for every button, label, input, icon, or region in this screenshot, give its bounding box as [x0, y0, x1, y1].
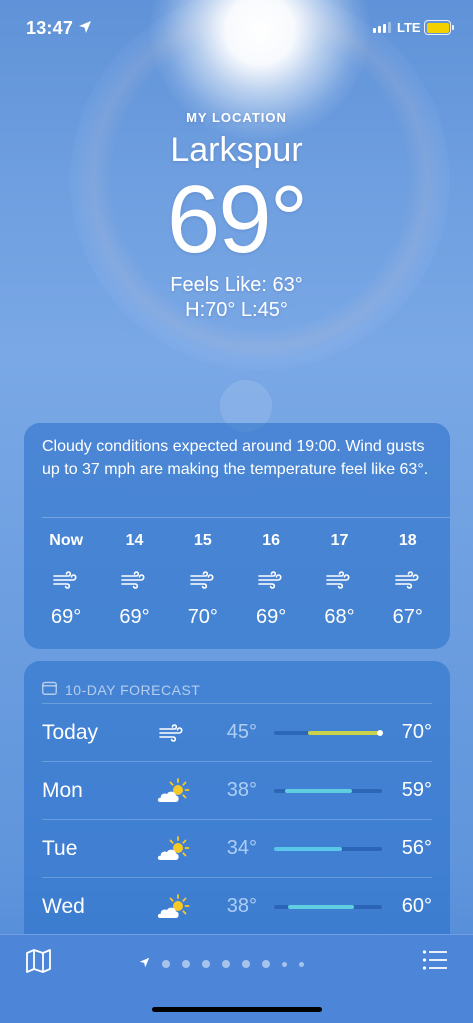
temperature-range-bar — [273, 846, 382, 851]
forecast-row[interactable]: Wed 38° 60° — [42, 877, 432, 935]
hourly-forecast-card[interactable]: Cloudy conditions expected around 19:00.… — [24, 423, 450, 649]
page-dot[interactable] — [222, 960, 230, 968]
forecast-row[interactable]: Mon 38° 59° — [42, 761, 432, 819]
map-icon[interactable] — [25, 948, 53, 979]
day-label: Wed — [42, 894, 85, 918]
page-dot[interactable] — [242, 960, 250, 968]
low-temperature: 45° — [226, 721, 257, 743]
current-conditions: MY LOCATION Larkspur 69° Feels Like: 63°… — [0, 110, 473, 322]
hour-label: Now — [49, 532, 84, 549]
hour-label: 18 — [398, 532, 417, 549]
conditions-summary: Cloudy conditions expected around 19:00.… — [42, 438, 429, 478]
wind-icon — [32, 560, 100, 600]
hour-temperature: 69° — [256, 606, 287, 628]
list-icon[interactable] — [422, 949, 448, 976]
location-arrow-icon[interactable] — [139, 955, 150, 973]
hour-label: 15 — [193, 532, 212, 549]
temperature-range-bar — [273, 729, 383, 736]
wind-icon — [237, 560, 305, 600]
forecast-row[interactable]: Today 45° 70° — [42, 703, 432, 761]
page-indicator[interactable] — [139, 955, 304, 973]
low-temperature: 38° — [226, 779, 257, 801]
hour-temperature: 70° — [187, 606, 218, 628]
hour-label: 17 — [330, 532, 349, 549]
page-dot[interactable] — [182, 960, 190, 968]
hourly-item: Now 69° — [32, 532, 100, 629]
wind-icon — [138, 723, 206, 742]
wind-icon — [305, 560, 373, 600]
status-bar: 13:47 LTE — [0, 0, 473, 56]
hour-temperature: 68° — [324, 606, 355, 628]
wind-icon — [100, 560, 168, 600]
battery-icon — [424, 20, 454, 35]
home-indicator[interactable] — [152, 1007, 322, 1012]
cellular-signal-icon — [373, 22, 391, 33]
low-temperature: 38° — [226, 895, 257, 917]
hourly-item: 16 69° — [237, 532, 305, 629]
forecast-list: Today 45° 70° Mon 38° 59° Tue 34° 56° Wed 38° 60° — [24, 703, 450, 935]
temperature-range-fill — [287, 904, 354, 909]
current-temperature: 69° — [166, 166, 308, 273]
hourly-list[interactable]: Now 69° 14 69° 15 70° 16 69° 17 68° 18 67° — [24, 532, 450, 629]
status-time: 13:47 — [26, 18, 74, 38]
partly-sunny-icon — [138, 893, 206, 920]
hour-label: 16 — [262, 532, 281, 549]
hour-label: 14 — [125, 532, 144, 549]
day-label: Today — [42, 720, 99, 744]
page-dot[interactable] — [282, 961, 287, 967]
city-name: Larkspur — [170, 131, 303, 169]
temperature-range-fill — [308, 730, 380, 735]
wind-icon — [169, 560, 237, 600]
page-dot[interactable] — [202, 960, 210, 968]
day-label: Tue — [42, 836, 78, 860]
location-arrow-icon — [78, 20, 92, 39]
forecast-row[interactable]: Tue 34° 56° — [42, 819, 432, 877]
current-temp-dot — [376, 729, 383, 736]
partly-sunny-icon — [138, 777, 206, 804]
high-low: H:70° L:45° — [185, 299, 288, 321]
ten-day-forecast-card[interactable]: 10-DAY FORECAST Today 45° 70° Mon 38° 59° Tue 3… — [24, 661, 450, 941]
high-temperature: 59° — [401, 779, 432, 801]
hourly-item: 18 67° — [374, 532, 442, 629]
high-temperature: 56° — [401, 837, 432, 859]
feels-like: Feels Like: 63° — [170, 274, 303, 296]
high-temperature: 70° — [401, 721, 432, 743]
wind-icon — [374, 560, 442, 600]
high-temperature: 60° — [401, 895, 432, 917]
hour-temperature: 69° — [119, 606, 150, 628]
hourly-item: 17 68° — [305, 532, 373, 629]
day-label: Mon — [42, 778, 83, 802]
location-label: MY LOCATION — [186, 110, 287, 125]
forecast-header: 10-DAY FORECAST — [24, 661, 450, 703]
hourly-item: 14 69° — [100, 532, 168, 629]
network-type: LTE — [397, 20, 421, 35]
temperature-range-bar — [273, 788, 382, 793]
hour-temperature: 69° — [51, 606, 82, 628]
temperature-range-bar — [273, 904, 382, 909]
forecast-title: 10-DAY FORECAST — [65, 681, 201, 698]
hourly-item: 15 70° — [169, 532, 237, 629]
partly-sunny-icon — [138, 835, 206, 862]
calendar-icon — [42, 681, 57, 698]
low-temperature: 34° — [226, 837, 257, 859]
temperature-range-fill — [273, 846, 342, 851]
hour-temperature: 67° — [392, 606, 423, 628]
divider — [42, 517, 450, 518]
page-dot[interactable] — [299, 961, 304, 967]
temperature-range-fill — [284, 788, 352, 793]
page-dot[interactable] — [162, 960, 170, 968]
page-dot[interactable] — [262, 960, 270, 968]
